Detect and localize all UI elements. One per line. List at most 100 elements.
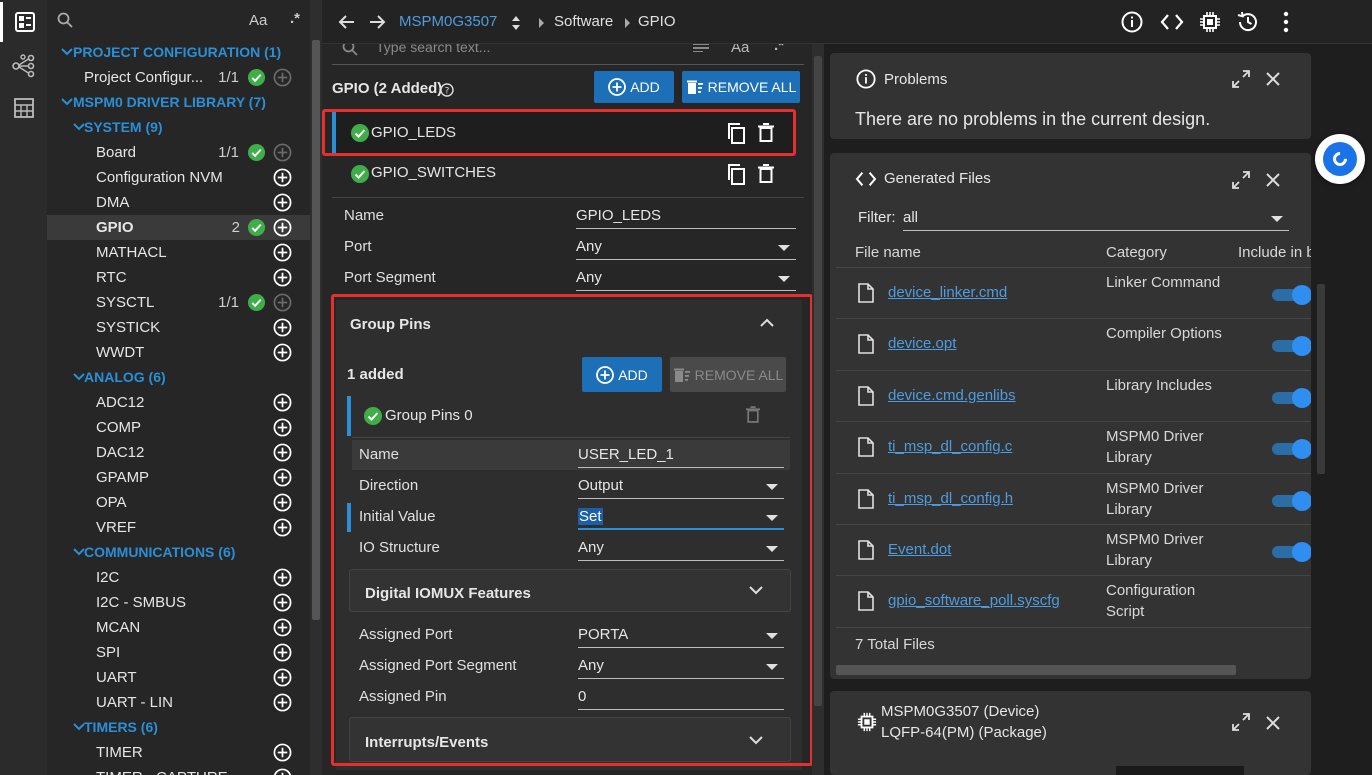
tree-item-vref[interactable]: VREF [47, 515, 310, 540]
add-circle-icon[interactable] [273, 593, 292, 612]
add-circle-icon[interactable] [273, 493, 292, 512]
sort-updown-icon[interactable] [510, 15, 522, 31]
regex-toggle[interactable]: .* [290, 10, 300, 27]
more-vertical-icon[interactable] [1283, 11, 1289, 33]
match-case-toggle[interactable]: Aa [249, 12, 267, 29]
chevron-down-icon[interactable] [61, 46, 73, 58]
add-circle-icon[interactable] [273, 168, 292, 187]
add-circle-icon[interactable] [273, 643, 292, 662]
file-link[interactable]: device.opt [888, 335, 956, 352]
add-circle-icon[interactable] [273, 243, 292, 262]
filter-select[interactable]: all [903, 209, 1289, 231]
tree-item-timer[interactable]: TIMER [47, 740, 310, 765]
tree-category-system-9[interactable]: SYSTEM (9) [47, 115, 310, 140]
add-circle-icon[interactable] [273, 318, 292, 337]
tree-item-sysctl[interactable]: SYSCTL 1/1 [47, 290, 310, 315]
tree-scrollbar-thumb[interactable] [312, 40, 320, 620]
include-toggle[interactable] [1272, 387, 1311, 408]
tree-category-analog-6[interactable]: ANALOG (6) [47, 365, 310, 390]
code-icon[interactable] [1160, 12, 1184, 32]
history-icon[interactable] [1236, 10, 1260, 34]
tree-scrollbar[interactable] [310, 0, 322, 775]
add-circle-icon[interactable] [273, 618, 292, 637]
tree-item-i2c-smbus[interactable]: I2C - SMBUS [47, 590, 310, 615]
add-instance-button[interactable]: ADD [594, 71, 674, 103]
tree-item-spi[interactable]: SPI [47, 640, 310, 665]
config-scrollbar-thumb[interactable] [814, 56, 822, 706]
assistant-button[interactable] [1315, 134, 1365, 184]
tree-category-project-configuration-1[interactable]: PROJECT CONFIGURATION (1) [47, 40, 310, 65]
tree-category-communications-6[interactable]: COMMUNICATIONS (6) [47, 540, 310, 565]
tree-search-bar[interactable]: Aa .* [47, 0, 310, 40]
tree-item-adc12[interactable]: ADC12 [47, 390, 310, 415]
add-circle-icon[interactable] [273, 268, 292, 287]
file-link[interactable]: device.cmd.genlibs [888, 387, 1016, 404]
tree-item-rtc[interactable]: RTC [47, 265, 310, 290]
add-circle-icon[interactable] [273, 293, 292, 312]
include-toggle[interactable] [1272, 438, 1311, 460]
add-circle-icon[interactable] [273, 68, 292, 87]
include-toggle[interactable] [1272, 284, 1311, 305]
tree-item-mcan[interactable]: MCAN [47, 615, 310, 640]
add-circle-icon[interactable] [273, 518, 292, 537]
activity-software-view[interactable] [0, 2, 47, 42]
tree-item-i2c[interactable]: I2C [47, 565, 310, 590]
info-icon[interactable] [1121, 11, 1143, 33]
file-link[interactable]: device_linker.cmd [888, 284, 1007, 301]
add-circle-icon[interactable] [273, 568, 292, 587]
add-circle-icon[interactable] [273, 468, 292, 487]
file-link[interactable]: Event.dot [888, 541, 951, 558]
chip-icon[interactable] [1199, 11, 1221, 33]
config-scrollbar[interactable] [812, 44, 824, 775]
horizontal-scrollbar-thumb[interactable] [836, 665, 1236, 675]
remove-all-instances-button[interactable]: REMOVE ALL [682, 71, 800, 103]
add-circle-icon[interactable] [273, 193, 292, 212]
tree-item-timer-capture[interactable]: TIMER - CAPTURE [47, 765, 310, 775]
tree-item-board[interactable]: Board 1/1 [47, 140, 310, 165]
tree-item-configuration-nvm[interactable]: Configuration NVM [47, 165, 310, 190]
include-toggle[interactable] [1272, 541, 1311, 562]
tree-category-mspm0-driver-library-7[interactable]: MSPM0 DRIVER LIBRARY (7) [47, 90, 310, 115]
config-search-input[interactable]: Type search text... [376, 44, 490, 55]
name-input[interactable]: GPIO_LEDS [576, 207, 796, 229]
right-scrollbar-thumb[interactable] [1317, 284, 1325, 474]
add-circle-icon[interactable] [273, 418, 292, 437]
add-circle-icon[interactable] [273, 768, 292, 775]
back-arrow-icon[interactable] [338, 13, 356, 31]
add-circle-icon[interactable] [273, 143, 292, 162]
add-circle-icon[interactable] [273, 443, 292, 462]
add-circle-icon[interactable] [273, 743, 292, 762]
tree-item-uart-lin[interactable]: UART - LIN [47, 690, 310, 715]
breadcrumb-gpio[interactable]: GPIO [638, 13, 676, 30]
regex-toggle[interactable]: .* [774, 44, 784, 54]
add-circle-icon[interactable] [273, 668, 292, 687]
file-link[interactable]: ti_msp_dl_config.c [888, 438, 1012, 455]
filter-lines-icon[interactable] [693, 44, 709, 52]
trash-icon[interactable] [758, 164, 774, 183]
forward-arrow-icon[interactable] [368, 13, 386, 31]
tree-item-dac12[interactable]: DAC12 [47, 440, 310, 465]
include-toggle[interactable] [1272, 335, 1311, 357]
close-icon[interactable] [1266, 173, 1280, 187]
activity-calculator-view[interactable] [0, 88, 47, 128]
tree-item-mathacl[interactable]: MATHACL [47, 240, 310, 265]
add-circle-icon[interactable] [273, 393, 292, 412]
tree-category-timers-6[interactable]: TIMERS (6) [47, 715, 310, 740]
close-icon[interactable] [1266, 716, 1280, 730]
activity-hardware-view[interactable] [0, 46, 47, 86]
tree-item-gpamp[interactable]: GPAMP [47, 465, 310, 490]
chevron-down-icon[interactable] [61, 96, 73, 108]
tree-item-uart[interactable]: UART [47, 665, 310, 690]
add-circle-icon[interactable] [273, 343, 292, 362]
add-circle-icon[interactable] [273, 218, 292, 237]
help-icon[interactable]: ? [440, 83, 454, 97]
tree-item-dma[interactable]: DMA [47, 190, 310, 215]
expand-icon[interactable] [1232, 70, 1250, 88]
breadcrumb-software[interactable]: Software [554, 13, 613, 30]
file-link[interactable]: gpio_software_poll.syscfg [888, 592, 1060, 609]
expand-icon[interactable] [1232, 171, 1250, 189]
include-toggle[interactable] [1272, 490, 1311, 511]
tree-item-gpio[interactable]: GPIO 2 [47, 215, 310, 240]
instance-gpio-switches[interactable]: GPIO_SWITCHES [332, 155, 794, 195]
copy-icon[interactable] [726, 163, 746, 185]
